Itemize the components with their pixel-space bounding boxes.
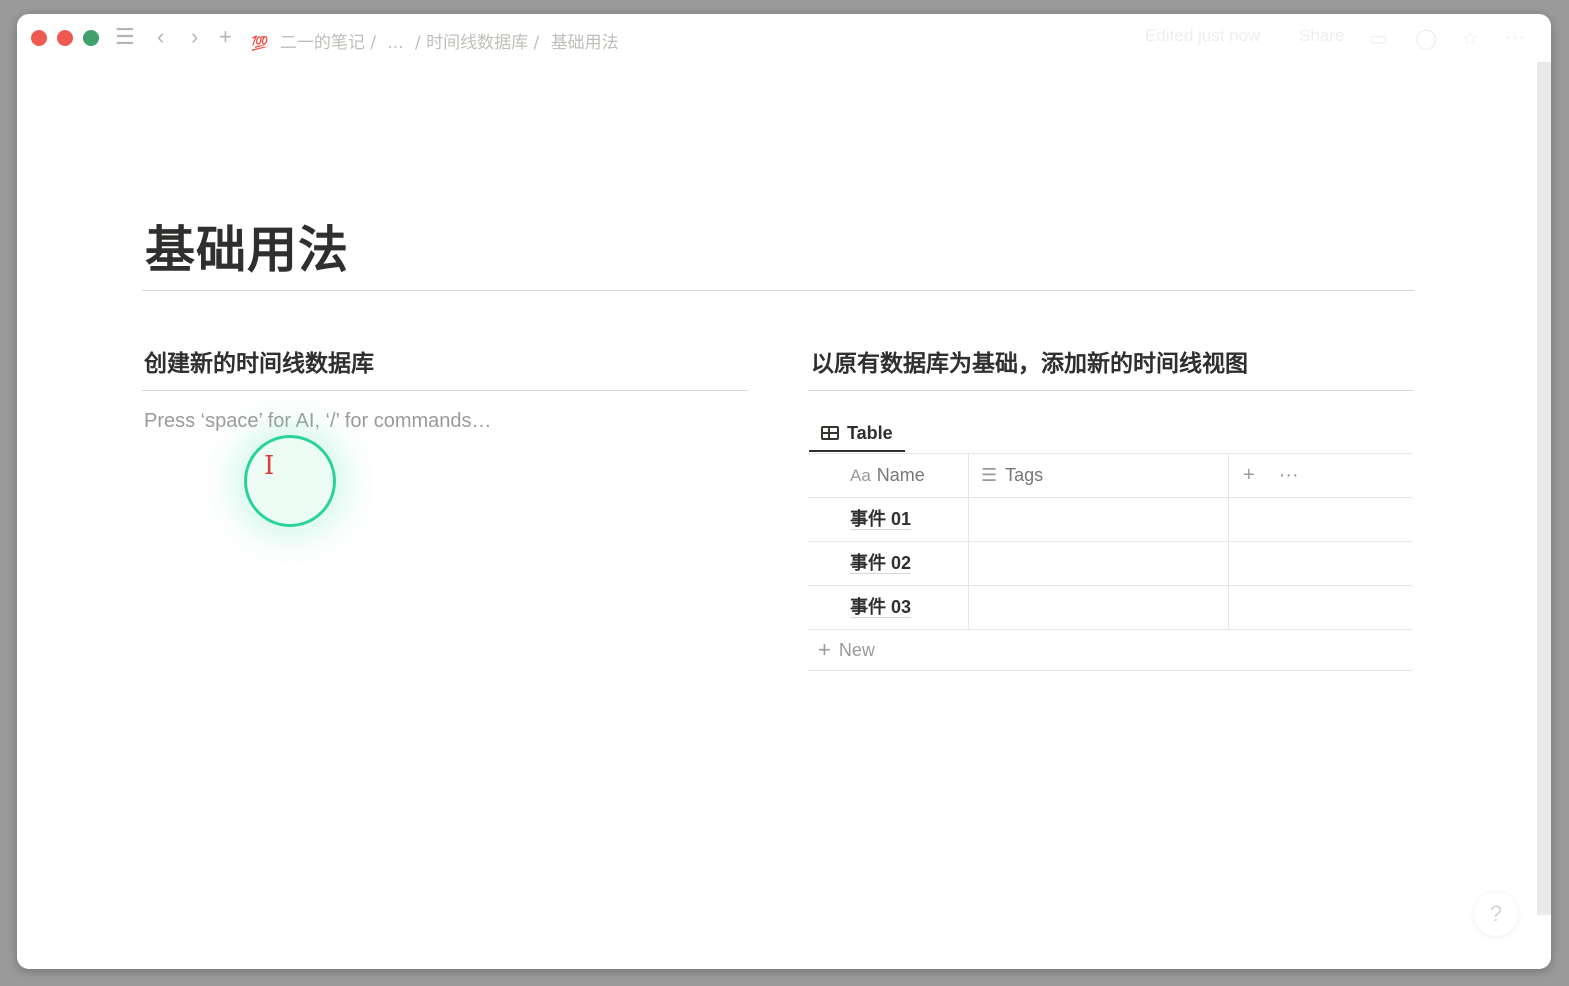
- row-name[interactable]: 事件 03: [850, 597, 912, 618]
- help-button[interactable]: ?: [1474, 892, 1518, 936]
- row-name-cell[interactable]: 事件 02: [808, 542, 969, 585]
- row-empty-cell: [1229, 542, 1412, 585]
- empty-block-placeholder[interactable]: Press ‘space’ for AI, ‘/’ for commands…: [144, 410, 492, 433]
- new-row-button[interactable]: + New: [808, 629, 1412, 671]
- breadcrumb-workspace[interactable]: 二一的笔记 /: [280, 33, 376, 53]
- row-tags-cell[interactable]: [969, 586, 1229, 629]
- click-indicator-ring: [244, 435, 336, 527]
- left-column-heading[interactable]: 创建新的时间线数据库: [144, 344, 374, 378]
- updates-clock-icon[interactable]: ◯: [1415, 26, 1437, 51]
- top-bar: ☰ ‹ › + 💯 二一的笔记 / ... / 时间线数据库 / 基础用法 Ed…: [17, 14, 1551, 60]
- multi-select-list-icon: ☰: [981, 465, 998, 485]
- table-header-row: Aa Name ☰ Tags + ···: [808, 453, 1412, 497]
- close-window-button[interactable]: [31, 30, 47, 46]
- minimize-window-button[interactable]: [57, 30, 73, 46]
- scrollbar[interactable]: [1537, 62, 1551, 915]
- workspace-emoji-icon: 💯: [251, 36, 269, 52]
- table-row[interactable]: 事件 02: [808, 541, 1412, 585]
- add-property-icon[interactable]: +: [1243, 464, 1255, 487]
- row-name-cell[interactable]: 事件 03: [808, 586, 969, 629]
- back-icon[interactable]: ‹: [157, 26, 164, 48]
- forward-icon[interactable]: ›: [191, 26, 198, 48]
- view-tab-table[interactable]: Table: [809, 412, 893, 454]
- active-tab-indicator: [809, 450, 905, 452]
- row-empty-cell: [1229, 498, 1412, 541]
- column-header-name[interactable]: Aa Name: [808, 454, 969, 497]
- right-column-heading[interactable]: 以原有数据库为基础，添加新的时间线视图: [811, 344, 1248, 378]
- table-view-icon: [821, 426, 839, 440]
- more-options-icon[interactable]: ···: [1505, 26, 1525, 49]
- text-cursor-icon: I: [264, 451, 275, 481]
- row-name[interactable]: 事件 02: [850, 553, 912, 574]
- share-button[interactable]: Share: [1299, 26, 1344, 46]
- comments-icon[interactable]: ▭: [1369, 26, 1388, 51]
- breadcrumb-current[interactable]: 基础用法: [551, 33, 619, 53]
- page-title[interactable]: 基础用法: [145, 210, 349, 282]
- column-header-tags[interactable]: ☰ Tags: [969, 454, 1229, 497]
- row-tags-cell[interactable]: [969, 498, 1229, 541]
- new-page-icon[interactable]: +: [219, 26, 232, 48]
- breadcrumb-parent[interactable]: / 时间线数据库 /: [415, 33, 539, 53]
- column-header-tags-label: Tags: [1005, 465, 1044, 485]
- breadcrumb-ellipsis[interactable]: ...: [387, 33, 403, 53]
- left-heading-divider: [142, 390, 748, 391]
- right-heading-divider: [808, 390, 1414, 391]
- zoom-window-button[interactable]: [83, 30, 99, 46]
- new-row-label: New: [838, 639, 875, 660]
- database-table: Aa Name ☰ Tags + ··· 事件 01 事件 02 事件 03 +…: [808, 453, 1412, 671]
- breadcrumb: 💯 二一的笔记 / ... / 时间线数据库 / 基础用法: [251, 28, 625, 53]
- row-tags-cell[interactable]: [969, 542, 1229, 585]
- row-empty-cell: [1229, 586, 1412, 629]
- table-row[interactable]: 事件 01: [808, 497, 1412, 541]
- plus-icon: +: [818, 637, 831, 662]
- sidebar-menu-icon[interactable]: ☰: [115, 26, 135, 48]
- view-tab-label: Table: [847, 422, 893, 443]
- column-actions: + ···: [1229, 454, 1412, 497]
- text-property-icon: Aa: [850, 465, 871, 485]
- favorite-star-icon[interactable]: ☆: [1461, 26, 1479, 51]
- column-header-name-label: Name: [876, 465, 925, 485]
- title-divider: [142, 290, 1414, 291]
- table-row[interactable]: 事件 03: [808, 585, 1412, 629]
- more-properties-icon[interactable]: ···: [1279, 464, 1299, 487]
- row-name[interactable]: 事件 01: [850, 509, 912, 530]
- edited-status: Edited just now: [1145, 26, 1261, 45]
- notion-window: ☰ ‹ › + 💯 二一的笔记 / ... / 时间线数据库 / 基础用法 Ed…: [17, 14, 1551, 969]
- row-name-cell[interactable]: 事件 01: [808, 498, 969, 541]
